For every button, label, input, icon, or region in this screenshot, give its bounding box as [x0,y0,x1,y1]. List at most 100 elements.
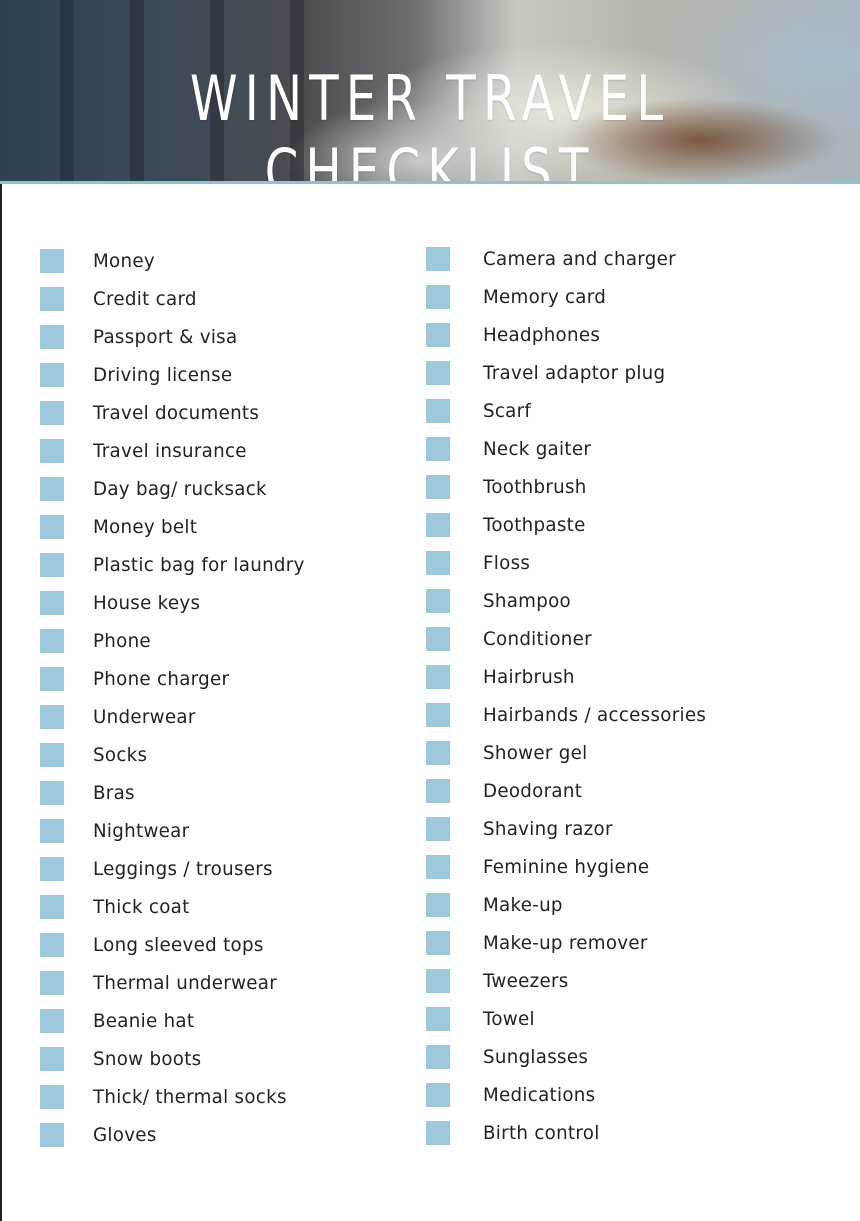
checkbox[interactable] [426,513,450,537]
checkbox[interactable] [426,1121,450,1145]
checkbox[interactable] [426,893,450,917]
checklist-item-label: Toothbrush [483,476,587,498]
checkbox[interactable] [426,285,450,309]
checkbox[interactable] [426,817,450,841]
checkbox[interactable] [40,249,64,273]
checkbox[interactable] [40,439,64,463]
checklist-item[interactable]: Travel documents [40,394,313,432]
checklist-item[interactable]: Toothbrush [426,468,715,506]
checklist-item[interactable]: Conditioner [426,620,715,658]
checklist-item[interactable]: Thick/ thermal socks [40,1078,313,1116]
checkbox[interactable] [426,741,450,765]
checklist-item[interactable]: Toothpaste [426,506,715,544]
checklist-item[interactable]: Day bag/ rucksack [40,470,313,508]
checklist-item[interactable]: Nightwear [40,812,313,850]
checklist-item[interactable]: Beanie hat [40,1002,313,1040]
checklist-item[interactable]: Travel insurance [40,432,313,470]
checklist-item[interactable]: Camera and charger [426,240,715,278]
checkbox[interactable] [426,1083,450,1107]
checkbox[interactable] [40,819,64,843]
checkbox[interactable] [40,1085,64,1109]
checklist-item-label: Shower gel [483,742,588,764]
checklist-item[interactable]: Shampoo [426,582,715,620]
checklist-item[interactable]: Long sleeved tops [40,926,313,964]
checklist-item[interactable]: Money belt [40,508,313,546]
checklist-item[interactable]: Towel [426,1000,715,1038]
checkbox[interactable] [426,665,450,689]
checklist-item[interactable]: Socks [40,736,313,774]
checklist-item[interactable]: Gloves [40,1116,313,1154]
checkbox[interactable] [426,475,450,499]
checkbox[interactable] [40,971,64,995]
checkbox[interactable] [40,895,64,919]
checkbox[interactable] [40,287,64,311]
checklist-item[interactable]: Travel adaptor plug [426,354,715,392]
checklist-item[interactable]: Plastic bag for laundry [40,546,313,584]
checkbox[interactable] [40,325,64,349]
checklist-item[interactable]: House keys [40,584,313,622]
checkbox[interactable] [426,551,450,575]
checkbox[interactable] [426,703,450,727]
checklist-item[interactable]: Floss [426,544,715,582]
checkbox[interactable] [40,1123,64,1147]
checkbox[interactable] [426,589,450,613]
checklist-item[interactable]: Phone [40,622,313,660]
checkbox[interactable] [40,781,64,805]
checklist-item[interactable]: Deodorant [426,772,715,810]
checklist-item[interactable]: Underwear [40,698,313,736]
checkbox[interactable] [40,1009,64,1033]
checkbox[interactable] [40,553,64,577]
checklist-item[interactable]: Neck gaiter [426,430,715,468]
checkbox[interactable] [426,1045,450,1069]
checkbox[interactable] [40,363,64,387]
checklist-item[interactable]: Make-up [426,886,715,924]
checklist-item[interactable]: Driving license [40,356,313,394]
checklist-item[interactable]: Make-up remover [426,924,715,962]
checklist-item[interactable]: Shaving razor [426,810,715,848]
checklist-item[interactable]: Passport & visa [40,318,313,356]
checklist-item[interactable]: Thick coat [40,888,313,926]
checklist-item[interactable]: Memory card [426,278,715,316]
checklist-item[interactable]: Money [40,242,313,280]
checkbox[interactable] [40,591,64,615]
checkbox[interactable] [426,969,450,993]
checkbox[interactable] [426,931,450,955]
checkbox[interactable] [426,399,450,423]
checklist-item[interactable]: Sunglasses [426,1038,715,1076]
checkbox[interactable] [40,629,64,653]
checklist-item[interactable]: Leggings / trousers [40,850,313,888]
checkbox[interactable] [40,667,64,691]
checkbox[interactable] [40,857,64,881]
checklist-item[interactable]: Hairbrush [426,658,715,696]
checkbox[interactable] [426,1007,450,1031]
checkbox[interactable] [426,247,450,271]
checkbox[interactable] [40,401,64,425]
checklist-item[interactable]: Phone charger [40,660,313,698]
checklist-item-label: Memory card [483,286,607,308]
checkbox[interactable] [40,933,64,957]
checkbox[interactable] [426,779,450,803]
checklist-item[interactable]: Hairbands / accessories [426,696,715,734]
checklist-item[interactable]: Feminine hygiene [426,848,715,886]
checklist-item[interactable]: Shower gel [426,734,715,772]
checkbox[interactable] [426,437,450,461]
checklist-item[interactable]: Bras [40,774,313,812]
checklist-item[interactable]: Tweezers [426,962,715,1000]
checkbox[interactable] [40,1047,64,1071]
checklist-item[interactable]: Headphones [426,316,715,354]
checkbox[interactable] [426,627,450,651]
checklist-item[interactable]: Snow boots [40,1040,313,1078]
checkbox[interactable] [40,515,64,539]
checkbox[interactable] [40,477,64,501]
checklist-item[interactable]: Thermal underwear [40,964,313,1002]
checkbox[interactable] [426,323,450,347]
checklist-item[interactable]: Medications [426,1076,715,1114]
checkbox[interactable] [426,855,450,879]
checklist-item[interactable]: Credit card [40,280,313,318]
checkbox[interactable] [426,361,450,385]
checkbox[interactable] [40,743,64,767]
checklist-item[interactable]: Birth control [426,1114,715,1152]
checklist-item-label: Feminine hygiene [483,856,650,878]
checklist-item[interactable]: Scarf [426,392,715,430]
checkbox[interactable] [40,705,64,729]
